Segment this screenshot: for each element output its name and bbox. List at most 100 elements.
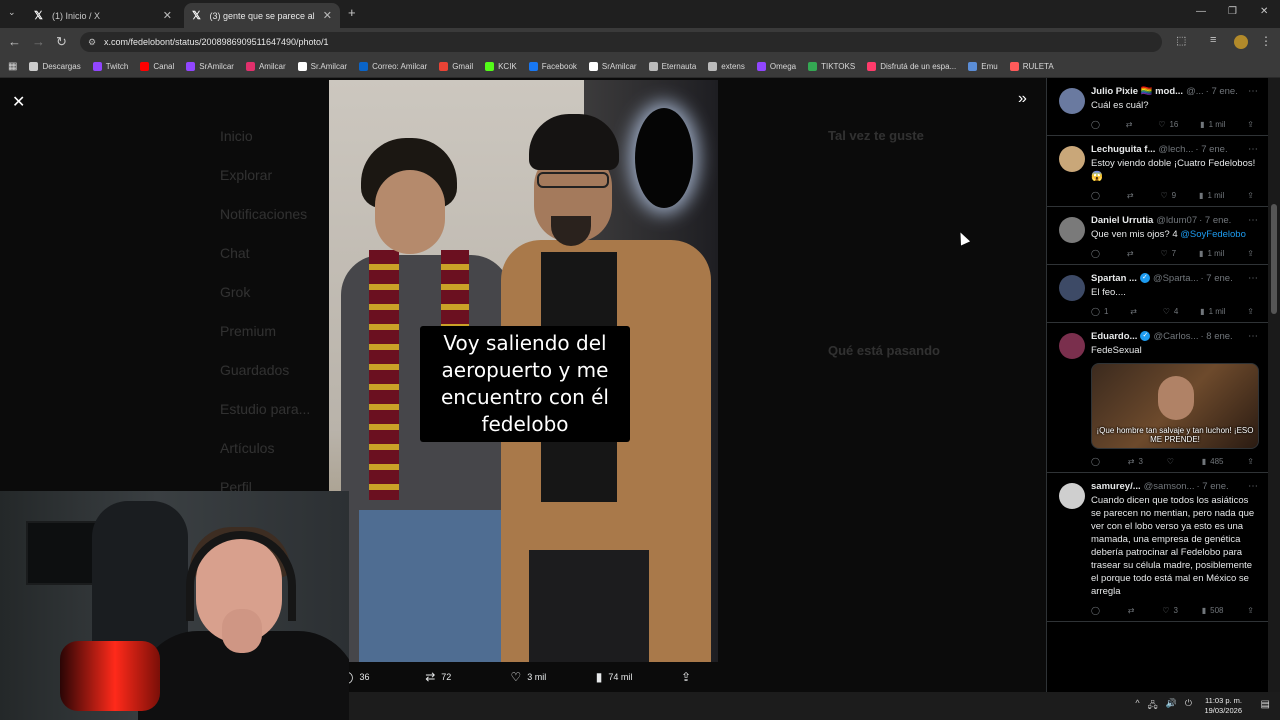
reply-handle[interactable]: @Sparta... (1153, 273, 1199, 284)
repost-button[interactable]: ⇄ (1128, 606, 1139, 615)
bookmark-item[interactable]: Emu (968, 62, 998, 71)
share-button[interactable]: ⇪ (1247, 191, 1254, 200)
share-button[interactable]: ⇪ (1247, 249, 1254, 258)
avatar[interactable] (1059, 333, 1085, 359)
bookmark-item[interactable]: Correo: Amilcar (359, 62, 427, 71)
avatar[interactable] (1059, 88, 1085, 114)
tab-search-icon[interactable]: ⌄ (8, 7, 16, 18)
more-options-icon[interactable]: ⋯ (1248, 331, 1258, 342)
notification-icon[interactable]: ▤ (1261, 699, 1270, 710)
views-button[interactable]: ▮ 1 mil (1200, 307, 1225, 316)
volume-icon[interactable]: 🔊 (1166, 698, 1177, 714)
share-button[interactable]: ⇪ (1247, 307, 1254, 316)
reply-button[interactable]: ◯ (1091, 191, 1104, 200)
reply-handle[interactable]: @samson... (1144, 481, 1195, 492)
avatar[interactable] (1059, 217, 1085, 243)
bookmark-item[interactable]: Gmail (439, 62, 473, 71)
repost-button[interactable]: ⇄ (1130, 307, 1141, 316)
tab-close-icon[interactable]: ✕ (163, 9, 172, 22)
share-button[interactable]: ⇪ (1247, 457, 1254, 466)
reload-icon[interactable]: ↻ (56, 34, 67, 50)
close-viewer-icon[interactable]: ✕ (12, 92, 25, 112)
clock[interactable]: 11:03 p. m. 19/03/2026 (1204, 696, 1242, 716)
more-options-icon[interactable]: ⋯ (1248, 144, 1258, 155)
close-window-icon[interactable]: ✕ (1260, 6, 1268, 17)
reply-author-name[interactable]: Spartan ... (1091, 273, 1137, 284)
reply-date[interactable]: · 7 ene. (1199, 215, 1231, 226)
reply-handle[interactable]: @... (1186, 86, 1204, 97)
bookmark-item[interactable]: KCIK (485, 62, 517, 71)
tab-active-photo[interactable]: 𝕏 (3) gente que se parece al fede ✕ (184, 3, 340, 28)
like-button[interactable]: ♡ 9 (1161, 191, 1177, 200)
reply-button[interactable]: ◯ (1091, 249, 1104, 258)
bookmark-item[interactable]: RULETA (1009, 62, 1054, 71)
views-button[interactable]: ▮ 508 (1202, 606, 1224, 615)
bookmark-item[interactable]: SrAmilcar (186, 62, 234, 71)
restore-icon[interactable]: ❐ (1228, 6, 1237, 17)
reply-button[interactable]: ◯36 (340, 670, 425, 684)
scrollbar-thumb[interactable] (1271, 204, 1277, 314)
repost-button[interactable]: ⇄ (1127, 191, 1138, 200)
bookmark-item[interactable]: Descargas (29, 62, 81, 71)
bookmark-item[interactable]: Sr.Amilcar (297, 62, 347, 71)
views-button[interactable]: ▮ 485 (1202, 457, 1224, 466)
reply-button[interactable]: ◯ (1091, 457, 1104, 466)
menu-icon[interactable]: ⋮ (1260, 34, 1272, 48)
like-button[interactable]: ♡ 4 (1163, 307, 1179, 316)
share-button[interactable]: ⇪ (681, 670, 710, 684)
reply-button[interactable]: ◯ 1 (1091, 307, 1108, 316)
bookmark-item[interactable]: extens (708, 62, 745, 71)
share-button[interactable]: ⇪ (1247, 120, 1254, 129)
mention-link[interactable]: @SoyFedelobo (1180, 229, 1246, 240)
reply-author-name[interactable]: Eduardo... (1091, 331, 1137, 342)
views-button[interactable]: ▮ 74 mil (596, 670, 681, 684)
reply-handle[interactable]: @lech... (1158, 144, 1193, 155)
reply-handle[interactable]: @Carlos... (1153, 331, 1198, 342)
reply-media[interactable]: ¡Que hombre tan salvaje y tan luchon! ¡E… (1091, 363, 1259, 449)
more-options-icon[interactable]: ⋯ (1248, 481, 1258, 492)
repost-button[interactable]: ⇄ (1126, 120, 1137, 129)
reply-handle[interactable]: @ldum07 (1156, 215, 1197, 226)
reply-date[interactable]: · 7 ene. (1196, 481, 1228, 492)
network-icon[interactable]: 🖧 (1148, 698, 1158, 714)
reply-button[interactable]: ◯ (1091, 120, 1104, 129)
reply-date[interactable]: · 7 ene. (1201, 273, 1233, 284)
share-button[interactable]: ⇪ (1247, 606, 1254, 615)
back-icon[interactable]: ← (8, 34, 21, 49)
avatar[interactable] (1059, 275, 1085, 301)
profile-avatar[interactable] (1234, 35, 1248, 49)
reply-item[interactable]: samurey/... @samson... · 7 ene. ⋯ Cuando dic… (1047, 473, 1268, 622)
media-control-icon[interactable]: ≡ (1210, 34, 1216, 46)
bookmark-item[interactable]: Omega (756, 62, 796, 71)
reply-item[interactable]: Julio Pixie 🏳️‍🌈 mod... @... · 7 ene. ⋯ Cuál… (1047, 78, 1268, 136)
reply-date[interactable]: · 7 ene. (1206, 86, 1238, 97)
power-icon[interactable]: ⏻ (1185, 698, 1192, 714)
chevron-up-icon[interactable]: ^ (1135, 698, 1139, 714)
like-button[interactable]: ♡ 7 (1161, 249, 1177, 258)
reply-item[interactable]: Daniel Urrutia @ldum07 · 7 ene. ⋯ Que ven mi… (1047, 207, 1268, 265)
views-button[interactable]: ▮ 1 mil (1200, 120, 1225, 129)
repost-button[interactable]: ⇄ 72 (425, 670, 510, 684)
views-button[interactable]: ▮ 1 mil (1199, 191, 1224, 200)
more-options-icon[interactable]: ⋯ (1248, 273, 1258, 284)
apps-grid-icon[interactable]: ▦ (8, 61, 17, 72)
reply-date[interactable]: · 8 ene. (1200, 331, 1232, 342)
avatar[interactable] (1059, 483, 1085, 509)
reply-button[interactable]: ◯ (1091, 606, 1104, 615)
site-info-icon[interactable]: ⚙ (88, 32, 96, 52)
like-button[interactable]: ♡ 3 (1162, 606, 1178, 615)
tab-close-icon[interactable]: ✕ (323, 9, 332, 22)
avatar[interactable] (1059, 146, 1085, 172)
minimize-icon[interactable]: — (1196, 6, 1206, 17)
views-button[interactable]: ▮ 1 mil (1199, 249, 1224, 258)
reply-date[interactable]: · 7 ene. (1195, 144, 1227, 155)
reply-author-name[interactable]: Lechuguita f... (1091, 144, 1155, 155)
bookmark-item[interactable]: Eternauta (648, 62, 696, 71)
like-button[interactable]: ♡ 16 (1158, 120, 1178, 129)
bookmark-item[interactable]: Facebook (528, 62, 577, 71)
reply-item[interactable]: Spartan ... ✓ @Sparta... · 7 ene. ⋯ El feo...… (1047, 265, 1268, 323)
forward-icon[interactable]: → (32, 34, 45, 49)
bookmark-item[interactable]: TIKTOKS (808, 62, 855, 71)
bookmark-item[interactable]: Disfrutá de un espa... (867, 62, 956, 71)
tweet-photo[interactable]: Voy saliendo del aeropuerto y me encuent… (329, 80, 718, 662)
